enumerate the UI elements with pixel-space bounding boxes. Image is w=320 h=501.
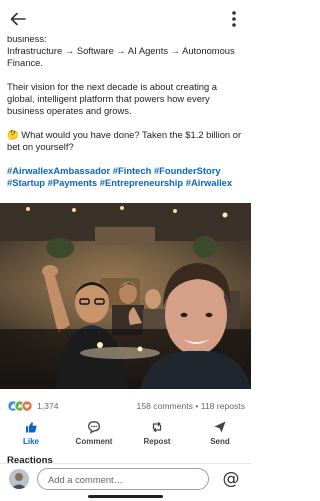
group-selfie-image xyxy=(0,203,251,389)
arrow-left-icon[interactable] xyxy=(8,9,28,29)
engagement-row: 1,374 158 comments • 118 reposts xyxy=(7,400,245,412)
comments-count[interactable]: 158 comments xyxy=(137,401,193,411)
dot-separator: • xyxy=(195,401,199,411)
more-vertical-icon[interactable] xyxy=(225,8,243,30)
thinking-face-emoji: 🤔 xyxy=(7,129,19,140)
avatar[interactable] xyxy=(9,469,29,489)
user-avatar-icon xyxy=(9,469,29,489)
like-button[interactable]: Like xyxy=(3,420,59,452)
post-question: 🤔 What would you have done? Taken the $1… xyxy=(7,129,245,153)
comment-input[interactable] xyxy=(37,468,209,490)
comment-label: Comment xyxy=(75,437,113,446)
send-label: Send xyxy=(210,437,230,446)
reposts-count[interactable]: 118 reposts xyxy=(201,401,245,411)
hashtag-link[interactable]: #AirwallexAmbassador xyxy=(7,165,110,176)
send-button[interactable]: Send xyxy=(192,420,248,452)
reaction-icons[interactable] xyxy=(7,400,35,412)
home-indicator xyxy=(88,495,163,498)
comment-icon xyxy=(88,421,100,434)
comment-button[interactable]: Comment xyxy=(66,420,122,452)
post-pipeline: Infrastructure → Software → AI Agents → … xyxy=(7,45,235,68)
repost-label: Repost xyxy=(143,437,171,446)
send-icon xyxy=(214,421,226,433)
hashtag-link[interactable]: #Fintech xyxy=(113,165,152,176)
thumbs-up-icon xyxy=(26,422,37,433)
hashtag-link[interactable]: #Airwallex xyxy=(186,177,232,188)
hashtag-link[interactable]: #FounderStory xyxy=(154,165,221,176)
post-body: business: Infrastructure → Software → AI… xyxy=(7,33,245,189)
repost-button[interactable]: Repost xyxy=(129,420,185,452)
top-bar xyxy=(0,0,251,36)
hashtag-link[interactable]: #Entrepreneurship xyxy=(100,177,183,188)
post-vision: Their vision for the next decade is abou… xyxy=(7,81,218,116)
engagement-counts: 158 comments • 118 reposts xyxy=(137,401,245,411)
hashtag-link[interactable]: #Payments xyxy=(48,177,98,188)
like-label: Like xyxy=(22,437,39,446)
mention-button[interactable]: @ xyxy=(221,469,241,489)
repost-icon xyxy=(152,421,162,433)
post-photo[interactable] xyxy=(0,203,251,389)
post-question-text: What would you have done? Taken the $1.2… xyxy=(7,129,242,152)
post-hashtags: #AirwallexAmbassador #Fintech #FounderSt… xyxy=(7,165,245,189)
reaction-count[interactable]: 1,374 xyxy=(37,401,59,411)
hashtag-link[interactable]: #Startup xyxy=(7,177,45,188)
post-actions: Like Comment Repost Send xyxy=(0,420,251,454)
